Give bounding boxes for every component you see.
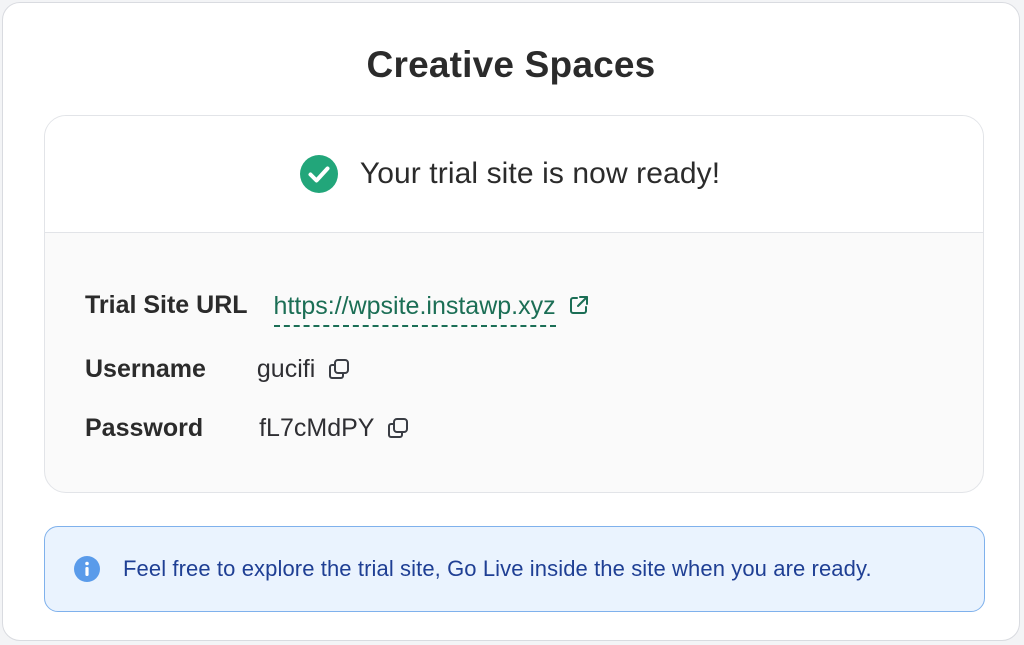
password-value: fL7cMdPY [259, 413, 375, 442]
status-header: Your trial site is now ready! [45, 116, 983, 233]
username-row: Username gucifi [85, 349, 351, 389]
trial-url-row: Trial Site URL https://wpsite.instawp.xy… [85, 285, 590, 327]
page-title: Creative Spaces [366, 44, 656, 85]
password-label: Password [85, 413, 204, 442]
trial-url-label: Trial Site URL [85, 290, 248, 319]
trial-site-card: Your trial site is now ready! Trial Site… [44, 115, 984, 493]
trial-site-dialog: Creative Spaces Your trial site is now r… [2, 2, 1020, 641]
username-value: gucifi [256, 354, 316, 383]
password-row: Password fL7cMdPY [85, 408, 410, 448]
notice-text: Feel free to explore the trial site, Go … [123, 556, 872, 581]
copy-username-icon[interactable] [327, 357, 351, 381]
info-icon [73, 555, 101, 583]
copy-password-icon[interactable] [386, 416, 410, 440]
info-notice: Feel free to explore the trial site, Go … [44, 526, 985, 612]
ready-message: Your trial site is now ready! [359, 157, 721, 190]
trial-url-link[interactable]: https://wpsite.instawp.xyz [273, 291, 556, 327]
check-circle-icon [299, 155, 338, 193]
external-link-icon[interactable] [568, 294, 590, 316]
username-label: Username [85, 354, 206, 383]
